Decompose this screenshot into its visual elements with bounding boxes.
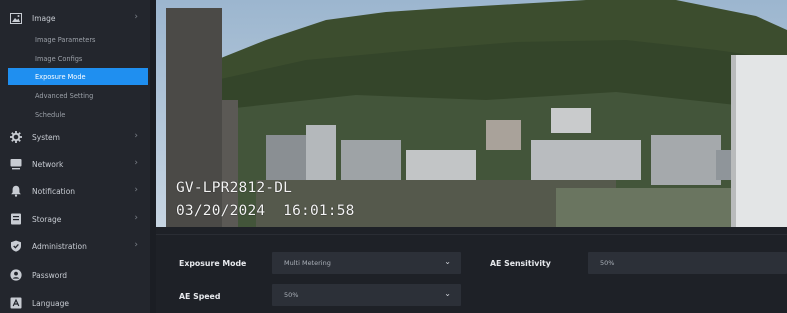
chevron-right-icon: › [134, 213, 138, 223]
live-video-view: GV-LPR2812-DL 03/20/2024 16:01:58 [156, 0, 787, 227]
chevron-right-icon: › [134, 131, 138, 141]
chevron-right-icon: › [134, 158, 138, 168]
ae-speed-value: 50% [284, 291, 299, 299]
sidebar-item-label: Password [32, 270, 68, 280]
gear-icon [10, 131, 22, 143]
panel-divider [156, 234, 787, 235]
sidebar-item-language[interactable]: Language [0, 289, 150, 313]
ae-sensitivity-label: AE Sensitivity [490, 259, 551, 268]
exposure-mode-label: Exposure Mode [179, 259, 247, 268]
monitor-icon [10, 158, 22, 170]
chevron-right-icon: › [134, 12, 138, 22]
exposure-mode-value: Multi Metering [284, 259, 331, 267]
sidebar-item-label: Network [32, 159, 64, 169]
exposure-settings-panel: Exposure Mode Multi Metering ⌄ AE Sensit… [156, 227, 787, 313]
sidebar-item-label: Notification [32, 186, 76, 196]
ae-speed-label: AE Speed [179, 292, 221, 301]
ae-sensitivity-input[interactable]: 50% [588, 252, 787, 274]
sidebar-item-network[interactable]: Network › [0, 150, 150, 178]
ae-speed-select[interactable]: 50% ⌄ [272, 284, 461, 306]
chevron-right-icon: › [134, 240, 138, 250]
sidebar-item-image[interactable]: Image › [0, 4, 150, 32]
sidebar-subitem-label: Exposure Mode [35, 72, 86, 81]
sidebar-item-label: Storage [32, 214, 62, 224]
shield-icon [10, 240, 22, 252]
sidebar-item-password[interactable]: Password [0, 261, 150, 289]
sidebar-subitem-exposure-mode[interactable]: Exposure Mode [8, 68, 148, 85]
sidebar-subitem-label: Image Configs [35, 54, 83, 63]
video-camera-name: GV-LPR2812-DL [176, 180, 293, 196]
bell-icon [10, 185, 22, 197]
sidebar-item-label: System [32, 132, 60, 142]
sidebar-item-notification[interactable]: Notification › [0, 177, 150, 205]
sidebar-item-label: Language [32, 298, 70, 308]
exposure-mode-select[interactable]: Multi Metering ⌄ [272, 252, 461, 274]
sidebar-subitem-advanced-setting[interactable]: Advanced Setting [8, 87, 148, 104]
sidebar-subitem-image-configs[interactable]: Image Configs [8, 50, 148, 67]
ae-sensitivity-value: 50% [600, 259, 615, 267]
sidebar: Image › Image Parameters Image Configs E… [0, 0, 150, 313]
sidebar-subitem-label: Advanced Setting [35, 91, 94, 100]
storage-icon [10, 213, 22, 225]
sidebar-subitem-image-parameters[interactable]: Image Parameters [8, 31, 148, 48]
sidebar-subitem-label: Image Parameters [35, 35, 96, 44]
video-timestamp: 03/20/2024 16:01:58 [176, 203, 355, 219]
chevron-down-icon: ⌄ [444, 257, 451, 266]
chevron-down-icon: ⌄ [444, 289, 451, 298]
sidebar-subitem-label: Schedule [35, 110, 66, 119]
language-icon [10, 297, 22, 309]
image-icon [10, 12, 22, 24]
user-icon [10, 269, 22, 281]
chevron-right-icon: › [134, 185, 138, 195]
sidebar-item-administration[interactable]: Administration › [0, 232, 150, 260]
sidebar-item-system[interactable]: System › [0, 123, 150, 151]
sidebar-item-label: Administration [32, 241, 87, 251]
sidebar-item-label: Image [32, 13, 56, 23]
sidebar-subitem-schedule[interactable]: Schedule [8, 106, 148, 123]
sidebar-item-storage[interactable]: Storage › [0, 205, 150, 233]
